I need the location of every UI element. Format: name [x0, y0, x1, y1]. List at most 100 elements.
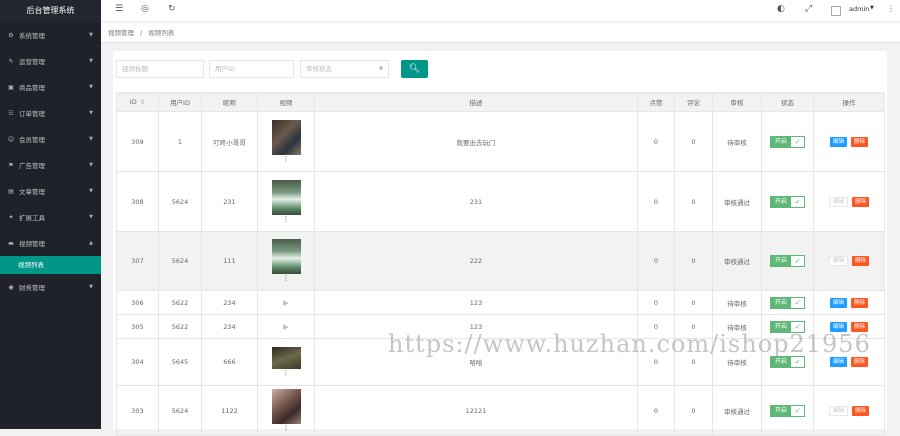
edit-button[interactable]: 编辑 [828, 256, 848, 266]
check-icon: ✓ [791, 196, 804, 207]
sidebar-item[interactable]: ☺ 会员管理 ▼ [0, 126, 101, 152]
sort-icon[interactable]: ⇕ [140, 98, 145, 106]
cell-id: 303 [116, 385, 159, 436]
cell-id: 306 [116, 290, 159, 315]
status-toggle[interactable]: 开启 ✓ [769, 404, 805, 417]
cell-likes: 0 [637, 385, 675, 436]
sidebar-item-label: 系统管理 [19, 32, 45, 40]
delete-button[interactable]: 删除 [851, 297, 869, 308]
user-name[interactable]: admin [849, 5, 869, 13]
sidebar-item[interactable]: ▣ 商品管理 ▼ [0, 74, 101, 100]
cell-video: ⋮ [257, 385, 315, 436]
chevron-down-icon: ▼ [89, 188, 93, 194]
chevron-down-icon[interactable]: ▼ [870, 5, 874, 11]
menu-toggle-icon[interactable]: ☰ [115, 4, 123, 14]
play-icon[interactable]: ▶ [283, 299, 288, 307]
sidebar-item[interactable]: ✎ 运营管理 ▼ [0, 48, 101, 74]
column-header-label: 状态 [781, 99, 794, 107]
video-thumbnail[interactable] [271, 346, 301, 369]
more-icon[interactable]: ⋮ [258, 369, 314, 378]
video-thumbnail[interactable] [271, 388, 301, 424]
status-toggle[interactable]: 开启 ✓ [769, 255, 805, 267]
edit-button[interactable]: 编辑 [829, 136, 847, 147]
target-icon[interactable]: ◎ [141, 4, 149, 14]
status-select[interactable]: 审核状态 ▼ [300, 60, 389, 78]
delete-button[interactable]: 删除 [852, 196, 870, 207]
sidebar-item[interactable]: ▤ 文章管理 ▼ [0, 178, 101, 204]
column-header[interactable]: ID ⇕ [116, 92, 159, 112]
breadcrumb-parent[interactable]: 视频管理 [108, 29, 134, 37]
delete-button[interactable]: 删除 [852, 405, 870, 416]
cell-nickname: 234 [201, 290, 258, 315]
status-toggle[interactable]: 开启 ✓ [769, 195, 805, 208]
cell-id: 307 [116, 231, 159, 291]
cell-id: 309 [116, 111, 159, 172]
chevron-down-icon: ▼ [89, 58, 93, 64]
column-header: 点赞 [637, 92, 675, 112]
search-icon: 🔍︎ [408, 64, 421, 74]
sidebar: 后台管理系统 ⚙ 系统管理 ▼ ✎ 运营管理 ▼ ▣ 商品管理 ▼ ☷ 订单管理 ▼ ☺ 会员管理 ▼ ⚑ 广告… [0, 0, 101, 429]
column-header: 描述 [314, 92, 638, 112]
cell-nickname: 1122 [201, 385, 258, 436]
chevron-down-icon: ▼ [89, 162, 93, 168]
delete-button[interactable]: 删除 [852, 256, 870, 266]
cell-status: 开启 ✓ [761, 290, 814, 315]
app-title: 后台管理系统 [0, 0, 101, 22]
play-icon[interactable]: ▶ [283, 323, 288, 331]
cell-description: 222 [314, 231, 638, 291]
sidebar-item[interactable]: ⚙ 系统管理 ▼ [0, 22, 101, 48]
cell-comments: 0 [674, 171, 713, 232]
edit-button[interactable]: 编辑 [828, 196, 848, 207]
more-icon[interactable]: ⋮ [258, 424, 314, 433]
more-icon[interactable]: ⋮ [258, 215, 314, 224]
chevron-down-icon: ▼ [89, 136, 93, 142]
cell-uid: 5624 [158, 171, 202, 232]
table-header: ID ⇕ 用户ID 昵称 视频 描述 点赞 评论 审核 状态 操作 [116, 92, 885, 112]
sidebar-item[interactable]: ⚑ 广告管理 ▼ [0, 152, 101, 178]
search-button[interactable]: 🔍︎ [401, 60, 428, 78]
refresh-icon[interactable]: ↻ [168, 4, 176, 14]
cell-status: 开启 ✓ [761, 385, 814, 436]
cell-actions: 编辑 删除 [813, 111, 885, 172]
check-icon: ✓ [791, 405, 804, 416]
delete-button[interactable]: 删除 [851, 136, 869, 147]
video-icon: ▬ [8, 239, 14, 247]
uid-search-input[interactable]: 用户ID [209, 60, 294, 78]
sidebar-item-label: 扩展工具 [19, 214, 45, 222]
title-search-input[interactable]: 视频标题 [116, 60, 204, 78]
sidebar-nav: ⚙ 系统管理 ▼ ✎ 运营管理 ▼ ▣ 商品管理 ▼ ☷ 订单管理 ▼ ☺ 会员管理 ▼ ⚑ 广告管理 ▼ ▤ 文章管… [0, 22, 101, 300]
list-icon: ☷ [8, 109, 14, 117]
video-thumbnail[interactable] [271, 119, 301, 155]
theme-icon[interactable]: ◐ [777, 4, 785, 14]
cell-nickname: 叮咚小哥哥 [201, 111, 258, 172]
sidebar-item[interactable]: ▬ 视频管理 ▲ [0, 230, 101, 256]
sidebar-item[interactable]: ◉ 财务管理 ▼ [0, 274, 101, 300]
edit-button[interactable]: 编辑 [829, 297, 847, 308]
sidebar-item[interactable]: ☷ 订单管理 ▼ [0, 100, 101, 126]
edit-button[interactable]: 编辑 [828, 405, 848, 416]
video-thumbnail[interactable] [271, 239, 301, 274]
video-thumbnail[interactable] [271, 179, 301, 215]
sidebar-subitem-video-list[interactable]: 视频列表 [0, 256, 101, 274]
chevron-down-icon: ▼ [89, 214, 93, 220]
sidebar-item[interactable]: ✦ 扩展工具 ▼ [0, 204, 101, 230]
status-toggle-label: 开启 [770, 256, 791, 266]
status-toggle[interactable]: 开启 ✓ [769, 135, 805, 148]
fullscreen-icon[interactable]: ⤢ [805, 4, 812, 14]
cell-nickname: 111 [201, 231, 258, 291]
cell-audit-status: 审核通过 [712, 171, 762, 232]
avatar[interactable] [831, 6, 841, 16]
more-icon[interactable]: ⋮ [887, 4, 895, 13]
more-icon[interactable]: ⋮ [258, 155, 314, 164]
edit-button[interactable]: 编辑 [829, 357, 847, 367]
column-header-label: ID [129, 98, 137, 106]
cell-comments: 0 [674, 111, 713, 172]
chevron-down-icon: ▼ [89, 110, 93, 116]
column-header-label: 评论 [687, 99, 700, 107]
status-toggle[interactable]: 开启 ✓ [769, 296, 805, 309]
delete-button[interactable]: 删除 [851, 357, 869, 367]
more-icon[interactable]: ⋮ [258, 274, 314, 283]
column-header: 评论 [674, 92, 713, 112]
cell-video: ⋮ [257, 171, 315, 232]
chevron-down-icon: ▼ [89, 32, 93, 38]
